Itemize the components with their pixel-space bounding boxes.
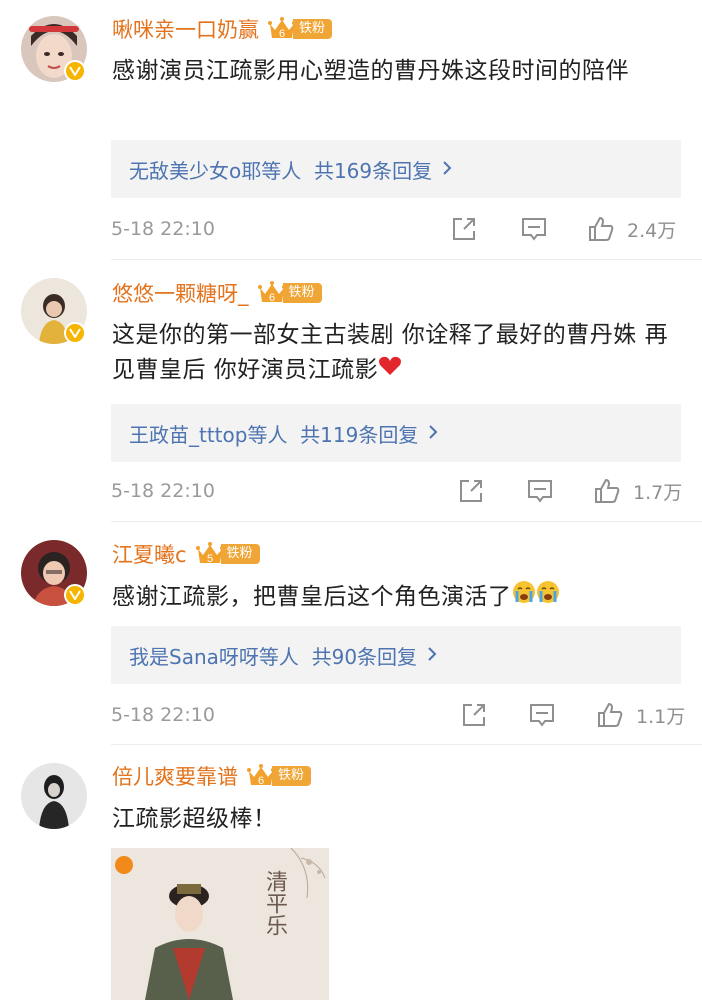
username[interactable]: 悠悠一颗糖呀_ 6 铁粉 <box>112 278 322 308</box>
verified-badge-icon <box>64 322 86 344</box>
thumbs-up-icon <box>598 702 623 727</box>
fan-badge[interactable]: 6 铁粉 <box>246 763 312 789</box>
like-count: 1.7万 <box>633 481 683 504</box>
timestamp: 5-18 22:10 <box>111 480 215 502</box>
share-button[interactable] <box>461 700 487 730</box>
fan-badge[interactable]: 6 铁粉 <box>267 16 333 42</box>
like-button[interactable]: 1.7万 <box>593 476 682 506</box>
username[interactable]: 啾咪亲一口奶赢 6 铁粉 <box>112 14 333 44</box>
comment-button[interactable] <box>526 476 554 506</box>
share-button[interactable] <box>451 214 477 244</box>
share-icon <box>453 218 475 240</box>
avatar[interactable] <box>21 763 87 829</box>
logo-circle-icon <box>115 856 133 874</box>
reply-summary-text[interactable]: 王政苗_tttop等人 共119条回复 <box>129 419 418 448</box>
reply-summary[interactable]: 我是Sana呀呀等人 共90条回复 <box>111 626 681 684</box>
comment-icon <box>522 218 546 241</box>
fan-badge[interactable]: 5 铁粉 <box>195 541 260 567</box>
comment-item: 啾咪亲一口奶赢 6 铁粉 感谢演员江疏影用心塑造的曹丹姝这段时间的陪伴 无敌美少… <box>0 0 702 260</box>
like-button[interactable]: 1.1万 <box>596 700 685 730</box>
fan-tag: 铁粉 <box>220 544 260 564</box>
comment-button[interactable] <box>528 700 556 730</box>
like-count: 2.4万 <box>627 219 677 242</box>
fan-level: 6 <box>279 28 285 40</box>
username-text[interactable]: 江夏曦c <box>112 539 187 569</box>
fan-tag: 铁粉 <box>293 19 333 39</box>
comment-icon <box>530 704 554 727</box>
chevron-right-icon <box>428 421 438 445</box>
comment-text: 感谢江疏影，把曹皇后这个角色演活了 <box>112 580 682 615</box>
verified-badge-icon <box>64 584 86 606</box>
reply-summary[interactable]: 王政苗_tttop等人 共119条回复 <box>111 404 681 462</box>
comment-item: 江夏曦c 5 铁粉 感谢江疏影，把曹皇后这个角色演活了 我是Sana呀呀等人 共… <box>0 522 702 745</box>
username-text[interactable]: 悠悠一颗糖呀_ <box>112 278 249 308</box>
username-text[interactable]: 啾咪亲一口奶赢 <box>112 14 259 44</box>
comment-text: 这是你的第一部女主古装剧 你诠释了最好的曹丹姝 再见曹皇后 你好演员江疏影 <box>112 318 682 388</box>
heart-emoji <box>378 353 402 388</box>
comment-button[interactable] <box>520 214 548 244</box>
comment-text-content: 感谢江疏影，把曹皇后这个角色演活了 <box>112 584 512 610</box>
share-icon <box>460 480 482 502</box>
comment-item: 悠悠一颗糖呀_ 6 铁粉 这是你的第一部女主古装剧 你诠释了最好的曹丹姝 再见曹… <box>0 260 702 522</box>
poster-title: 清平乐 <box>262 870 287 936</box>
fan-tag: 铁粉 <box>272 766 312 786</box>
reply-summary-text[interactable]: 我是Sana呀呀等人 共90条回复 <box>129 641 417 670</box>
chevron-right-icon <box>427 643 437 667</box>
timestamp: 5-18 22:10 <box>111 704 215 726</box>
share-button[interactable] <box>458 476 484 506</box>
like-button[interactable]: 2.4万 <box>587 214 676 244</box>
fan-level: 6 <box>258 775 264 787</box>
verified-badge-icon <box>64 60 86 82</box>
fan-level: 6 <box>268 292 274 304</box>
comment-text: 江疏影超级棒！ <box>112 806 277 832</box>
fan-level: 5 <box>206 553 212 565</box>
username[interactable]: 倍儿爽要靠谱 6 铁粉 <box>112 761 312 791</box>
comment-item: 倍儿爽要靠谱 6 铁粉 江疏影超级棒！ 清平乐 <box>0 745 702 1000</box>
chevron-right-icon <box>442 157 452 181</box>
tv-logo <box>115 856 133 874</box>
post-image[interactable]: 清平乐 <box>111 848 329 1000</box>
share-icon <box>463 704 485 726</box>
thumbs-up-icon <box>595 478 620 503</box>
like-count: 1.1万 <box>636 705 686 728</box>
crying-emoji <box>512 580 536 615</box>
comment-icon <box>528 480 552 503</box>
reply-summary-text[interactable]: 无敌美少女o耶等人 共169条回复 <box>129 155 432 184</box>
username[interactable]: 江夏曦c 5 铁粉 <box>112 539 260 569</box>
comment-text: 感谢演员江疏影用心塑造的曹丹姝这段时间的陪伴 <box>112 58 629 84</box>
fan-tag: 铁粉 <box>282 283 322 303</box>
thumbs-up-icon <box>589 216 614 241</box>
username-text[interactable]: 倍儿爽要靠谱 <box>112 761 238 791</box>
reply-summary[interactable]: 无敌美少女o耶等人 共169条回复 <box>111 140 681 198</box>
timestamp: 5-18 22:10 <box>111 218 215 240</box>
fan-badge[interactable]: 6 铁粉 <box>257 280 322 306</box>
crying-emoji <box>536 580 560 615</box>
